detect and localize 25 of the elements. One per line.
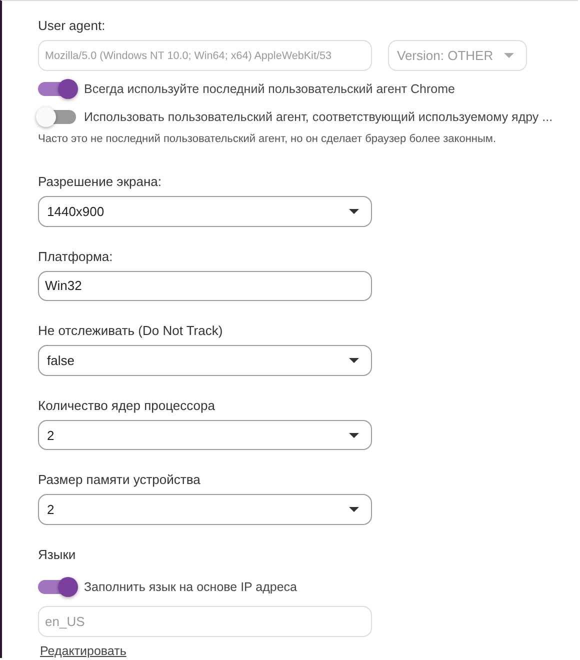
select-field[interactable]: false [38,345,372,376]
hint-text: Часто это не последний пользовательский агент, но он сделает браузер более законным. [38,133,498,145]
toggle-label: Заполнить язык на основе IP адреса [84,580,297,594]
select-field[interactable]: 2 [38,494,372,525]
toggle-label: Использовать пользовательский агент, соответствующий используемому ядру ... [84,110,553,124]
text-field[interactable]: Win32 [38,270,372,302]
edit-link[interactable]: Редактировать [40,644,126,658]
toggle-switch[interactable] [38,110,76,124]
toggle-label: Всегда используйте последний пользовательский агент Chrome [84,82,455,96]
section-label: Языки [38,546,76,562]
caret-icon [349,432,359,438]
caret-icon [349,507,359,512]
select-field[interactable]: 2 [38,420,372,450]
caret-icon [349,208,359,214]
caret-icon [349,358,359,363]
toggle-switch[interactable] [38,580,76,594]
field-label: Количество ядер процессора [38,398,215,413]
toggle-switch[interactable] [38,82,76,96]
field-label: Не отслеживать (Do Not Track) [38,323,223,338]
caret-icon [504,53,514,58]
field-label: Платформа: [38,248,113,264]
field-label: Размер памяти устройства [38,472,200,488]
field-label: User agent: [38,18,106,33]
field-label: Разрешение экрана: [38,174,162,189]
select-field[interactable]: 1440x900 [38,196,372,227]
